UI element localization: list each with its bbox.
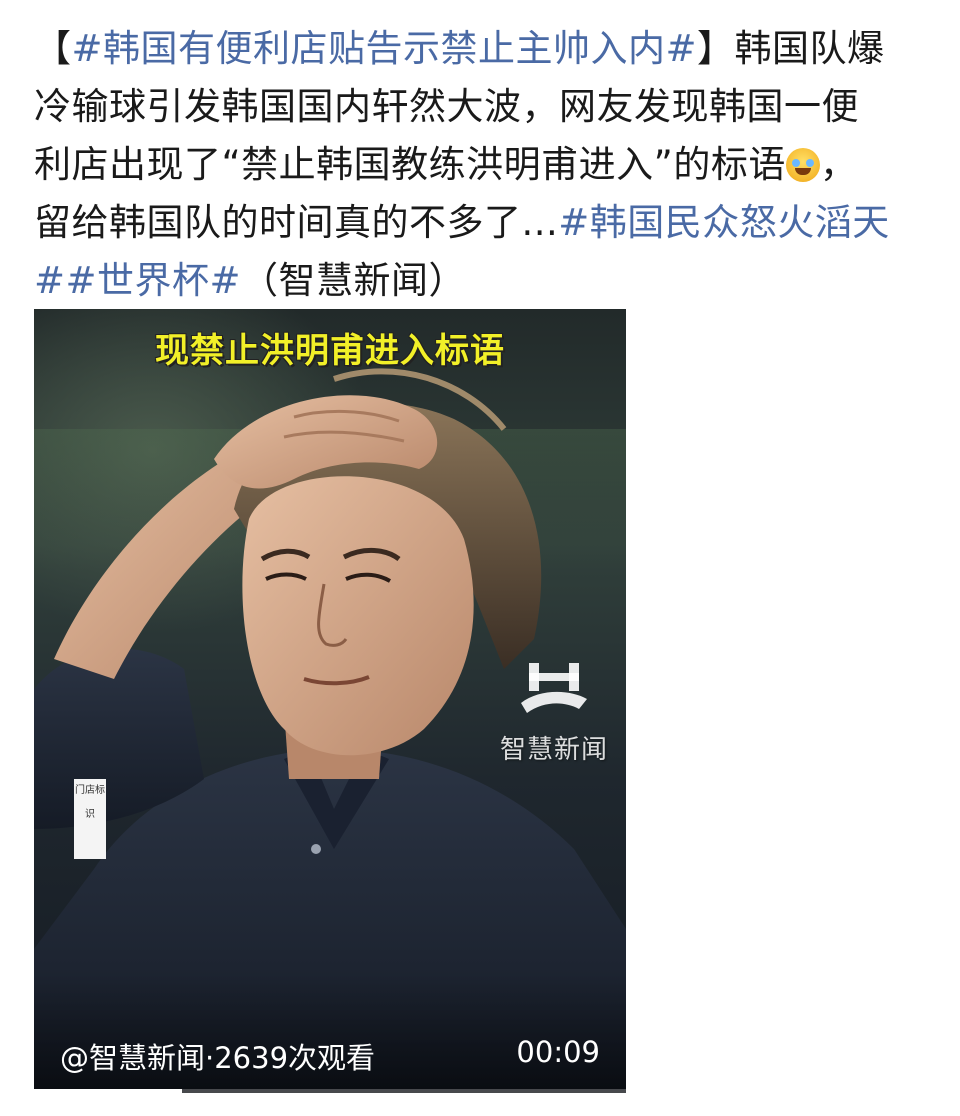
video-progress-bar[interactable] [34, 1089, 626, 1093]
post-line-3: 利店出现了“禁止韩国教练洪明甫进入”的标语 ， [34, 136, 934, 194]
tag-korea-anger-link[interactable]: #韩国民众怒火滔天 [558, 201, 890, 244]
post-text-segment: ， [819, 143, 858, 186]
watermark-text: 智慧新闻 [499, 735, 608, 765]
source-label: （智慧新闻） [241, 259, 467, 302]
video-footer: @智慧新闻·2639次观看 00:09 [34, 1035, 626, 1075]
video-progress-fill [34, 1089, 182, 1093]
bracket-close: 】 [697, 27, 735, 70]
laughing-crying-emoji-icon [785, 148, 820, 182]
post-text-segment: 利店出现了“禁止韩国教练洪明甫进入”的标语 [34, 143, 786, 186]
video-author-views[interactable]: @智慧新闻·2639次观看 [60, 1035, 375, 1077]
tag-world-cup-link[interactable]: #世界杯# [66, 259, 242, 302]
side-sign-label: 门店标识 [74, 779, 106, 859]
bracket-open: 【 [34, 27, 72, 70]
topic-tag-link[interactable]: #韩国有便利店贴告示禁止主帅入内# [72, 27, 698, 70]
tag-korea-anger-end-link[interactable]: # [34, 259, 66, 302]
post-line-5: ##世界杯#（智慧新闻） [34, 252, 934, 310]
video-watermark: 智慧新闻 [484, 659, 624, 766]
post-text-segment: 韩国队爆 [734, 27, 885, 70]
zhihui-news-logo-icon [521, 663, 587, 713]
video-duration: 00:09 [516, 1035, 600, 1069]
post-body: 【#韩国有便利店贴告示禁止主帅入内#】韩国队爆 冷输球引发韩国国内轩然大波，网友… [34, 20, 934, 310]
post-line-2: 冷输球引发韩国国内轩然大波，网友发现韩国一便 [34, 85, 859, 128]
video-player[interactable]: 现禁止洪明甫进入标语 门店标识 智慧新闻 @智慧新闻·2639次观看 00:09 [34, 309, 626, 1093]
post-text-segment: 留给韩国队的时间真的不多了... [34, 201, 559, 244]
video-banner-caption: 现禁止洪明甫进入标语 [155, 331, 505, 371]
post-line-4: 留给韩国队的时间真的不多了...#韩国民众怒火滔天 [34, 194, 934, 252]
post-line-1: 【#韩国有便利店贴告示禁止主帅入内#】韩国队爆 [34, 20, 934, 78]
